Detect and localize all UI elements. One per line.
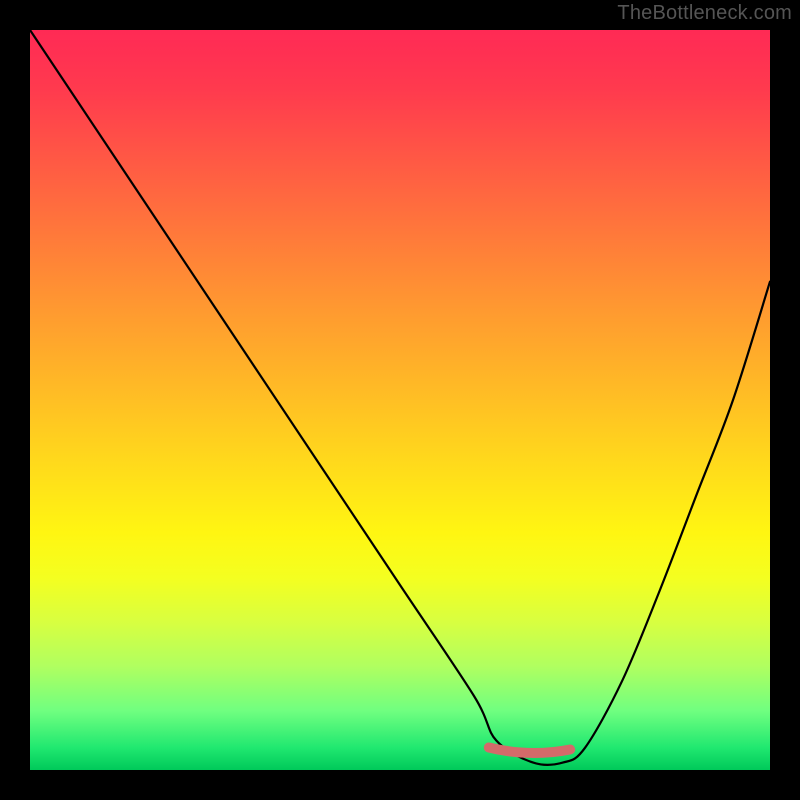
chart-frame: TheBottleneck.com bbox=[0, 0, 800, 800]
plot-area bbox=[30, 30, 770, 770]
curve-layer bbox=[30, 30, 770, 770]
optimal-zone-marker bbox=[489, 748, 570, 754]
bottleneck-curve bbox=[30, 30, 770, 765]
watermark-text: TheBottleneck.com bbox=[617, 2, 792, 25]
